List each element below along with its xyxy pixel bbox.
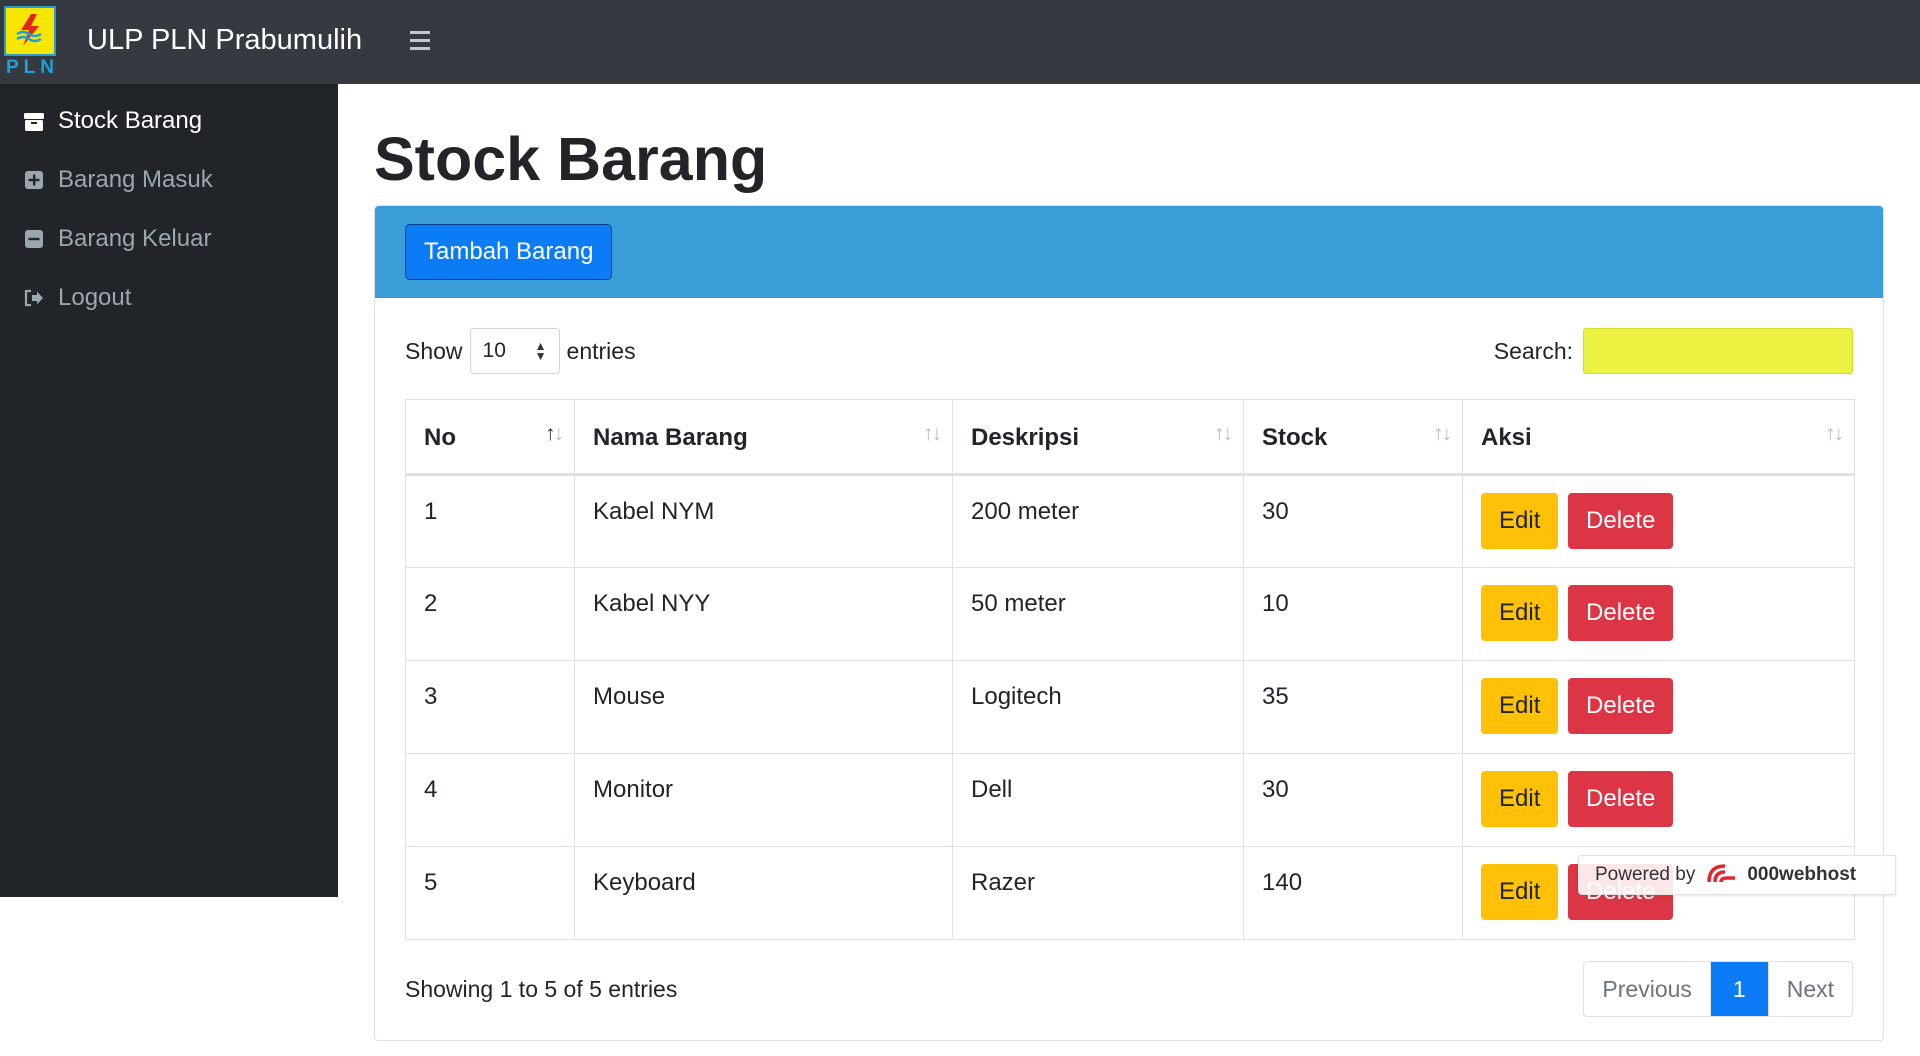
main-content: Stock Barang Tambah Barang Show 10 ▲ ▼ en… xyxy=(338,84,1920,1056)
cell-deskripsi: Dell xyxy=(952,753,1244,847)
cell-stock: 140 xyxy=(1243,846,1463,940)
webhost-logo-icon xyxy=(1707,864,1736,883)
column-header-aksi[interactable]: Aksi ↑↓ xyxy=(1462,399,1855,476)
delete-button[interactable]: Delete xyxy=(1568,678,1674,734)
sort-icon: ↑↓ xyxy=(1214,422,1233,445)
powered-by-label: Powered by xyxy=(1595,864,1696,885)
pagination-next-button[interactable]: Next xyxy=(1767,962,1852,1016)
show-label: Show xyxy=(405,337,463,364)
pln-logo[interactable]: PLN xyxy=(4,6,60,80)
column-header-no[interactable]: No ↑↓ xyxy=(405,399,575,476)
delete-button[interactable]: Delete xyxy=(1568,771,1674,827)
cell-stock: 30 xyxy=(1243,474,1463,568)
cell-deskripsi: 50 meter xyxy=(952,567,1244,661)
sort-asc-icon: ↑↓ xyxy=(545,422,564,445)
page-title: Stock Barang xyxy=(374,125,768,193)
cell-deskripsi: Razer xyxy=(952,846,1244,940)
table-row: 2 Kabel NYY 50 meter 10 Edit Delete xyxy=(405,567,1855,661)
cell-stock: 30 xyxy=(1243,753,1463,847)
table-row: 3 Mouse Logitech 35 Edit Delete xyxy=(405,660,1855,754)
pagination-previous-button[interactable]: Previous xyxy=(1584,962,1711,1016)
cell-aksi: Edit Delete xyxy=(1462,567,1855,661)
sidebar-item-barang-masuk[interactable]: Barang Masuk xyxy=(0,152,338,208)
pagination: Previous 1 Next xyxy=(1583,961,1853,1017)
edit-button[interactable]: Edit xyxy=(1481,771,1559,827)
edit-button[interactable]: Edit xyxy=(1481,493,1559,549)
cell-no: 1 xyxy=(405,474,575,568)
table-info: Showing 1 to 5 of 5 entries xyxy=(405,976,678,1002)
pagination-page-1[interactable]: 1 xyxy=(1710,962,1768,1016)
table-row: 1 Kabel NYM 200 meter 30 Edit Delete xyxy=(405,474,1855,568)
logout-icon xyxy=(22,286,46,310)
minus-square-icon xyxy=(22,227,46,251)
column-header-nama-barang[interactable]: Nama Barang ↑↓ xyxy=(574,399,953,476)
table-header-row: No ↑↓ Nama Barang ↑↓ Deskripsi ↑↓ Stock … xyxy=(405,399,1855,476)
entries-select-value: 10 xyxy=(482,339,506,362)
cell-deskripsi: Logitech xyxy=(952,660,1244,754)
cell-nama-barang: Kabel NYY xyxy=(574,567,953,661)
cell-no: 4 xyxy=(405,753,575,847)
sidebar-item-label: Logout xyxy=(58,284,132,311)
entries-select[interactable]: 10 ▲ ▼ xyxy=(469,328,560,374)
sidebar-item-logout[interactable]: Logout xyxy=(0,270,338,326)
box-icon xyxy=(22,109,46,133)
select-caret-icon: ▲ ▼ xyxy=(534,339,547,363)
sidebar-item-barang-keluar[interactable]: Barang Keluar xyxy=(0,211,338,267)
sidebar: Stock Barang Barang Masuk Barang Keluar … xyxy=(0,84,338,897)
webhost-brand: 000webhost xyxy=(1747,864,1857,885)
entries-length-control: Show 10 ▲ ▼ entries xyxy=(405,328,636,374)
cell-stock: 10 xyxy=(1243,567,1463,661)
edit-button[interactable]: Edit xyxy=(1481,678,1559,734)
plus-square-icon xyxy=(22,168,46,192)
sidebar-item-label: Barang Keluar xyxy=(58,225,212,252)
sidebar-item-label: Barang Masuk xyxy=(58,166,213,193)
powered-by-badge[interactable]: Powered by 000webhost xyxy=(1578,855,1896,895)
brand-name[interactable]: ULP PLN Prabumulih xyxy=(87,24,362,57)
stock-card: Tambah Barang Show 10 ▲ ▼ entries Search:… xyxy=(374,205,1884,1041)
search-input[interactable] xyxy=(1583,328,1853,374)
hamburger-menu-icon[interactable] xyxy=(410,26,436,56)
card-header: Tambah Barang xyxy=(375,206,1883,298)
cell-aksi: Edit Delete xyxy=(1462,753,1855,847)
top-navbar: PLN ULP PLN Prabumulih xyxy=(0,0,1920,84)
sidebar-item-stock-barang[interactable]: Stock Barang xyxy=(0,93,338,149)
column-header-stock[interactable]: Stock ↑↓ xyxy=(1243,399,1463,476)
cell-no: 2 xyxy=(405,567,575,661)
edit-button[interactable]: Edit xyxy=(1481,585,1559,641)
search-control: Search: xyxy=(1494,328,1853,374)
search-label: Search: xyxy=(1493,337,1573,364)
sort-icon: ↑↓ xyxy=(1825,422,1844,445)
cell-nama-barang: Kabel NYM xyxy=(574,474,953,568)
cell-aksi: Edit Delete xyxy=(1462,474,1855,568)
entries-label: entries xyxy=(566,337,636,364)
pln-logo-emblem xyxy=(4,6,56,56)
cell-nama-barang: Monitor xyxy=(574,753,953,847)
add-item-button[interactable]: Tambah Barang xyxy=(405,224,613,280)
sort-icon: ↑↓ xyxy=(1433,422,1452,445)
column-header-deskripsi[interactable]: Deskripsi ↑↓ xyxy=(952,399,1244,476)
cell-no: 5 xyxy=(405,846,575,940)
cell-nama-barang: Mouse xyxy=(574,660,953,754)
edit-button[interactable]: Edit xyxy=(1481,864,1559,920)
cell-stock: 35 xyxy=(1243,660,1463,754)
cell-aksi: Edit Delete xyxy=(1462,660,1855,754)
table-row: 4 Monitor Dell 30 Edit Delete xyxy=(405,753,1855,847)
delete-button[interactable]: Delete xyxy=(1568,493,1674,549)
sort-icon: ↑↓ xyxy=(923,422,942,445)
cell-nama-barang: Keyboard xyxy=(574,846,953,940)
cell-deskripsi: 200 meter xyxy=(952,474,1244,568)
sidebar-item-label: Stock Barang xyxy=(58,107,203,134)
delete-button[interactable]: Delete xyxy=(1568,585,1674,641)
cell-no: 3 xyxy=(405,660,575,754)
logo-text: PLN xyxy=(6,57,59,78)
